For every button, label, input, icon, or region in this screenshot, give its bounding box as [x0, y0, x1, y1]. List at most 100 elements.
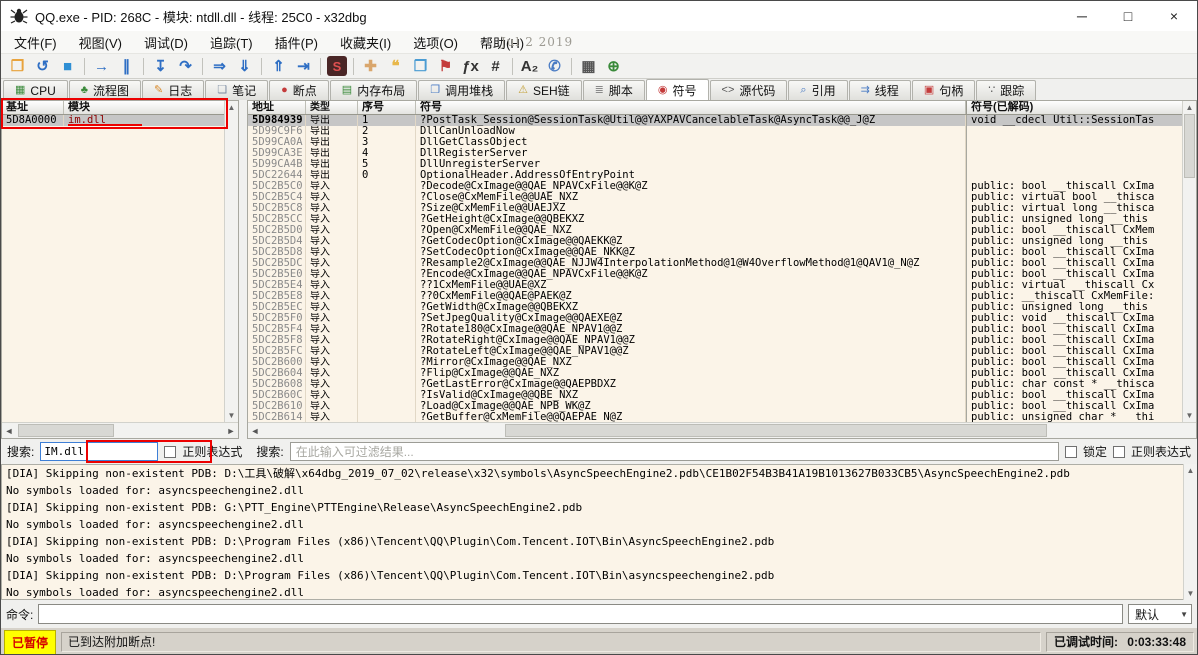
toolbar-button[interactable]: ⇒	[207, 55, 232, 77]
view-tab[interactable]: ⌕ 引用	[788, 80, 847, 100]
scroll-thumb[interactable]	[18, 424, 114, 437]
toolbar-button[interactable]	[261, 58, 262, 75]
regex2-checkbox[interactable]	[1113, 446, 1125, 458]
toolbar-button[interactable]: ↺	[30, 55, 55, 77]
symbol-row[interactable]: 5DC2B610 导入 ?Load@CxImage@@QAE_NPB_WK@Z …	[248, 401, 1182, 412]
symbol-row[interactable]: 5DC2B5CC 导入 ?GetHeight@CxImage@@QBEKXZ p…	[248, 214, 1182, 225]
toolbar-button[interactable]: →	[89, 55, 114, 77]
menu-item[interactable]: 调试(D)	[133, 31, 199, 54]
toolbar-button[interactable]: ❒	[5, 55, 30, 77]
view-tab[interactable]: ✎ 日志	[142, 80, 204, 100]
module-row[interactable]: 5D8A0000 im.dll	[2, 115, 238, 126]
symbol-row[interactable]: 5DC2B604 导入 ?Flip@CxImage@@QAE_NXZ publi…	[248, 368, 1182, 379]
symbol-row[interactable]: 5D984939 导出 1 ?PostTask_Session@SessionT…	[248, 115, 1182, 126]
view-tab[interactable]: ∵ 跟踪	[976, 80, 1036, 100]
view-tab[interactable]: ⇉ 线程	[849, 80, 911, 100]
menu-item[interactable]: 收藏夹(I)	[329, 31, 402, 54]
view-tab[interactable]: ❐ 调用堆栈	[418, 80, 505, 100]
view-tab[interactable]: <> 源代码	[710, 80, 788, 100]
symbol-row[interactable]: 5DC2B5FC 导入 ?RotateLeft@CxImage@@QAE_NPA…	[248, 346, 1182, 357]
view-tab[interactable]: ≣ 脚本	[583, 80, 645, 100]
symbols-horizontal-scrollbar[interactable]: ◄	[248, 422, 1196, 438]
toolbar-button[interactable]: ↧	[148, 55, 173, 77]
scroll-thumb[interactable]	[505, 424, 1047, 437]
toolbar-button[interactable]	[571, 58, 572, 75]
modules-vertical-scrollbar[interactable]: ▲ ▼	[224, 101, 238, 422]
symbol-row[interactable]: 5DC2B5C0 导入 ?Decode@CxImage@@QAE_NPAVCxF…	[248, 181, 1182, 192]
symbol-row[interactable]: 5DC2B5C8 导入 ?Size@CxMemFile@@UAEJXZ publ…	[248, 203, 1182, 214]
column-header-module[interactable]: 模块	[64, 101, 238, 114]
lock-checkbox[interactable]	[1065, 446, 1077, 458]
symbol-row[interactable]: 5DC2B5C4 导入 ?Close@CxMemFile@@UAE_NXZ pu…	[248, 192, 1182, 203]
scroll-left-arrow[interactable]: ◄	[248, 426, 262, 436]
scroll-right-arrow[interactable]: ►	[224, 426, 238, 436]
toolbar-button[interactable]: ⇓	[232, 55, 257, 77]
toolbar-button[interactable]: ƒx	[458, 55, 483, 77]
column-header-symbol-undecorated[interactable]: 符号(已解码)	[966, 101, 1182, 114]
command-input[interactable]	[38, 604, 1123, 624]
toolbar-button[interactable]	[143, 58, 144, 75]
scroll-down-arrow[interactable]: ▼	[225, 409, 238, 422]
symbol-row[interactable]: 5DC2B5E8 导入 ??0CxMemFile@@QAE@PAEK@Z pub…	[248, 291, 1182, 302]
view-tab[interactable]: ♣ 流程图	[69, 80, 141, 100]
symbol-row[interactable]: 5DC2B5F8 导入 ?RotateRight@CxImage@@QAE_NP…	[248, 335, 1182, 346]
view-tab[interactable]: ▦ CPU	[3, 80, 68, 100]
command-profile-select[interactable]: 默认 ▼	[1128, 604, 1192, 624]
scroll-up-arrow[interactable]: ▲	[1183, 101, 1196, 114]
log-output[interactable]: [DIA] Skipping non-existent PDB: D:\工具\破…	[1, 464, 1197, 600]
log-vertical-scrollbar[interactable]: ▲ ▼	[1183, 464, 1197, 600]
toolbar-button[interactable]: ❐	[408, 55, 433, 77]
symbol-row[interactable]: 5D99C9F6 导出 2 DllCanUnloadNow	[248, 126, 1182, 137]
view-tab[interactable]: ▣ 句柄	[912, 80, 975, 100]
menu-item[interactable]: 选项(O)	[402, 31, 469, 54]
toolbar-button[interactable]: ❝	[383, 55, 408, 77]
symbol-row[interactable]: 5DC2B60C 导入 ?IsValid@CxImage@@QBE_NXZ pu…	[248, 390, 1182, 401]
toolbar-button[interactable]: ✆	[542, 55, 567, 77]
scroll-left-arrow[interactable]: ◄	[2, 426, 16, 436]
symbol-row[interactable]: 5D99CA0A 导出 3 DllGetClassObject	[248, 137, 1182, 148]
column-header-base[interactable]: 基址	[2, 101, 64, 114]
symbol-row[interactable]: 5D99CA3E 导出 4 DllRegisterServer	[248, 148, 1182, 159]
symbol-row[interactable]: 5DC22644 导出 0 OptionalHeader.AddressOfEn…	[248, 170, 1182, 181]
toolbar-button[interactable]: ⇑	[266, 55, 291, 77]
symbol-row[interactable]: 5DC2B5D4 导入 ?GetCodecOption@CxImage@@QAE…	[248, 236, 1182, 247]
view-tab[interactable]: ◉ 符号	[646, 79, 709, 100]
column-header-address[interactable]: 地址	[248, 101, 306, 114]
column-header-symbol[interactable]: 符号	[416, 101, 966, 114]
scroll-down-arrow[interactable]: ▼	[1184, 587, 1197, 600]
menu-item[interactable]: 文件(F)	[3, 31, 68, 54]
toolbar-button[interactable]: ∥	[114, 55, 139, 77]
scroll-down-arrow[interactable]: ▼	[1183, 409, 1196, 422]
toolbar-button[interactable]: ▦	[576, 55, 601, 77]
modules-horizontal-scrollbar[interactable]: ◄ ►	[2, 422, 238, 438]
toolbar-button[interactable]: ↷	[173, 55, 198, 77]
toolbar-button[interactable]	[320, 58, 321, 75]
toolbar-button[interactable]: ⊕	[601, 55, 626, 77]
symbol-row[interactable]: 5D99CA4B 导出 5 DllUnregisterServer	[248, 159, 1182, 170]
symbol-row[interactable]: 5DC2B5F4 导入 ?Rotate180@CxImage@@QAE_NPAV…	[248, 324, 1182, 335]
toolbar-button[interactable]	[84, 58, 85, 75]
menu-item[interactable]: 插件(P)	[264, 31, 329, 54]
scroll-up-arrow[interactable]: ▲	[225, 101, 238, 114]
menu-item[interactable]: 追踪(T)	[199, 31, 264, 54]
toolbar-button[interactable]: ✚	[358, 55, 383, 77]
view-tab[interactable]: ⚠ SEH链	[506, 80, 582, 100]
module-search-input[interactable]	[40, 442, 158, 461]
view-tab[interactable]: ▤ 内存布局	[330, 80, 417, 100]
toolbar-button[interactable]	[353, 58, 354, 75]
minimize-button[interactable]: ─	[1059, 1, 1105, 31]
symbol-row[interactable]: 5DC2B5F0 导入 ?SetJpegQuality@CxImage@@QAE…	[248, 313, 1182, 324]
menu-item[interactable]: 视图(V)	[68, 31, 133, 54]
symbol-row[interactable]: 5DC2B5D0 导入 ?Open@CxMemFile@@QAE_NXZ pub…	[248, 225, 1182, 236]
symbol-row[interactable]: 5DC2B5E4 导入 ??1CxMemFile@@UAE@XZ public:…	[248, 280, 1182, 291]
toolbar-button[interactable]: S	[327, 56, 347, 76]
symbol-row[interactable]: 5DC2B5DC 导入 ?Resample2@CxImage@@QAE_NJJW…	[248, 258, 1182, 269]
toolbar-button[interactable]	[512, 58, 513, 75]
column-header-ordinal[interactable]: 序号	[358, 101, 416, 114]
regex-checkbox[interactable]	[164, 446, 176, 458]
toolbar-button[interactable]: A₂	[517, 55, 542, 77]
toolbar-button[interactable]	[202, 58, 203, 75]
scroll-thumb[interactable]	[1184, 114, 1195, 178]
symbol-row[interactable]: 5DC2B5D8 导入 ?SetCodecOption@CxImage@@QAE…	[248, 247, 1182, 258]
symbol-row[interactable]: 5DC2B600 导入 ?Mirror@CxImage@@QAE_NXZ pub…	[248, 357, 1182, 368]
